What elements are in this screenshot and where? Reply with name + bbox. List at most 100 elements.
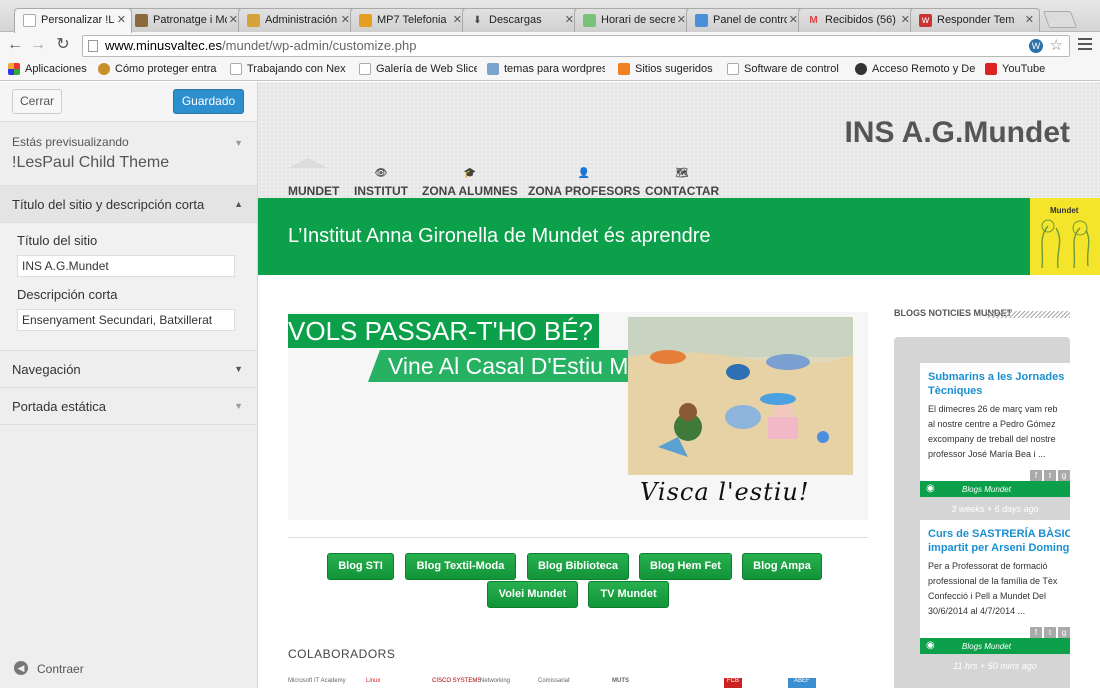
back-icon[interactable]: ←: [6, 36, 24, 54]
nav-label: MUNDET: [288, 184, 340, 198]
reload-icon[interactable]: ↻: [54, 36, 72, 54]
tab-label: Patronatge i Mo: [153, 14, 227, 26]
close-tab-icon[interactable]: ✕: [117, 13, 126, 26]
site-title[interactable]: INS A.G.Mundet: [844, 116, 1070, 150]
section-navigation[interactable]: Navegación ▼: [0, 351, 257, 388]
tab-descargas[interactable]: ⬇ Descargas ✕: [462, 8, 580, 32]
tab-mp7[interactable]: MP7 Telefonia ✕: [350, 8, 468, 32]
card-text: excompany de treball del nostre: [928, 434, 1056, 444]
blog-sti-button[interactable]: Blog STI: [327, 553, 394, 580]
share-buttons: ftg: [1028, 467, 1070, 482]
preview-label: Estás previsualizando: [12, 135, 129, 149]
card-title[interactable]: Submarins a les Jornades: [920, 363, 1070, 384]
bookmark-aplicaciones[interactable]: Aplicaciones: [8, 63, 92, 75]
section-site-title[interactable]: Título del sitio y descripción corta ▲: [0, 186, 257, 223]
tab-patronatge[interactable]: Patronatge i Mo ✕: [126, 8, 244, 32]
volei-mundet-button[interactable]: Volei Mundet: [487, 581, 578, 608]
bookmarks-bar: Aplicaciones Cómo proteger entra Trabaja…: [0, 59, 1100, 81]
sponsor-logo[interactable]: MUTS: [612, 678, 629, 688]
sponsor-logo[interactable]: Networking: [480, 678, 510, 688]
tagline-input[interactable]: Ensenyament Secundari, Batxillerat: [17, 309, 235, 331]
blog-biblioteca-button[interactable]: Blog Biblioteca: [527, 553, 629, 580]
site-icon: [583, 14, 596, 27]
blogs-news-title: BLOGS NOTICIES MUNDET: [894, 308, 1070, 318]
nav-mundet[interactable]: MUNDET: [288, 168, 339, 198]
close-tab-icon[interactable]: ✕: [901, 13, 910, 26]
tv-mundet-button[interactable]: TV Mundet: [588, 581, 669, 608]
close-button[interactable]: Cerrar: [12, 89, 62, 114]
rss-icon[interactable]: ◉: [926, 640, 938, 652]
tab-personalizar[interactable]: Personalizar !Le ✕: [14, 8, 132, 33]
close-tab-icon[interactable]: ✕: [677, 13, 686, 26]
chat-icon: [695, 14, 708, 27]
summer-banner[interactable]: VOLS PASSAR-T'HO BÉ? Vine Al Casal D'Est…: [288, 312, 868, 520]
collapse-sidebar-button[interactable]: ◀ Contraer: [14, 661, 84, 676]
close-tab-icon[interactable]: ✕: [229, 13, 238, 26]
wordpress-extension-icon[interactable]: W: [1029, 39, 1043, 53]
site-icon: [135, 14, 148, 27]
card-title[interactable]: impartit per Arseni Doming: [920, 541, 1070, 555]
tab-responder[interactable]: w Responder Tem ✕: [910, 8, 1040, 32]
card-title[interactable]: Tècniques: [920, 384, 1070, 398]
sponsor-logo[interactable]: Microsoft IT Academy: [288, 678, 346, 688]
browser-menu-icon[interactable]: [1078, 38, 1092, 52]
bookmark-galeria[interactable]: Galería de Web Slice: [359, 63, 477, 75]
card-text: 30/6/2014 al 4/7/2014 ...: [928, 606, 1026, 616]
banner-line-1: VOLS PASSAR-T'HO BÉ?: [288, 314, 600, 348]
close-tab-icon[interactable]: ✕: [789, 13, 798, 26]
bookmark-star-icon[interactable]: ☆: [1050, 36, 1063, 56]
bookmark-youtube[interactable]: YouTube: [985, 63, 1065, 75]
blog-textil-moda-button[interactable]: Blog Textil-Moda: [405, 553, 516, 580]
chevron-down-icon: ▼: [234, 401, 243, 411]
site-icon: [247, 14, 260, 27]
address-bar[interactable]: www.minusvaltec.es/mundet/wp-admin/custo…: [82, 35, 1070, 57]
sponsor-logo[interactable]: FCB: [724, 678, 742, 688]
bookmark-software[interactable]: Software de control: [727, 63, 843, 75]
bookmark-acceso[interactable]: Acceso Remoto y De: [855, 63, 975, 75]
new-tab-button[interactable]: [1042, 11, 1078, 28]
card-timestamp: 11 hrs + 50 mins ago: [953, 661, 1037, 671]
nav-institut[interactable]: 👁 INSTITUT: [354, 168, 408, 198]
nav-zona-alumnes[interactable]: 🎓 ZONA ALUMNES: [422, 168, 518, 198]
section-title: Navegación: [12, 362, 81, 377]
card-title[interactable]: Curs de SASTRERÍA BÀSIC: [920, 520, 1070, 541]
theme-preview-info[interactable]: Estás previsualizando !LesPaul Child The…: [0, 122, 257, 186]
school-logo[interactable]: Mundet: [1030, 198, 1100, 275]
site-title-input[interactable]: INS A.G.Mundet: [17, 255, 235, 277]
chevron-down-icon: ▼: [234, 364, 243, 374]
tab-panel-control[interactable]: Panel de contro ✕: [686, 8, 804, 32]
collapse-label: Contraer: [37, 662, 84, 676]
nav-zona-profesors[interactable]: 👤 ZONA PROFESORS: [528, 168, 640, 198]
sponsor-logo[interactable]: ABEF: [788, 678, 816, 688]
section-static-front[interactable]: Portada estática ▼: [0, 388, 257, 425]
bookmark-proteger[interactable]: Cómo proteger entra: [98, 63, 218, 75]
tab-administracion[interactable]: Administración ✕: [238, 8, 356, 32]
page-icon: [230, 63, 242, 75]
blog-hem-fet-button[interactable]: Blog Hem Fet: [639, 553, 732, 580]
nav-label: ZONA ALUMNES: [422, 184, 518, 198]
forward-icon[interactable]: →: [29, 36, 47, 54]
close-tab-icon[interactable]: ✕: [453, 13, 462, 26]
site-icon: [359, 14, 372, 27]
card-text: El dimecres 26 de març vam reb: [928, 404, 1058, 414]
tab-label: Panel de contro: [713, 14, 787, 26]
banner-line-2: Vine Al Casal D'Estiu Mu: [368, 350, 630, 382]
news-card[interactable]: Curs de SASTRERÍA BÀSIC impartit per Ars…: [920, 520, 1070, 654]
sponsor-logo[interactable]: Linux: [366, 678, 380, 688]
sponsor-logo[interactable]: Comissariat: [538, 678, 570, 688]
tab-horari[interactable]: Horari de secre ✕: [574, 8, 692, 32]
save-button[interactable]: Guardado: [173, 89, 244, 114]
tab-gmail[interactable]: M Recibidos (56) ✕: [798, 8, 916, 32]
close-tab-icon[interactable]: ✕: [1025, 13, 1034, 26]
rss-icon[interactable]: ◉: [926, 483, 938, 495]
bookmark-temas[interactable]: temas para wordpres: [487, 63, 605, 75]
bookmark-sitios[interactable]: Sitios sugeridos: [618, 63, 718, 75]
close-tab-icon[interactable]: ✕: [341, 13, 350, 26]
news-card[interactable]: Submarins a les Jornades Tècniques El di…: [920, 363, 1070, 497]
close-tab-icon[interactable]: ✕: [565, 13, 574, 26]
blog-ampa-button[interactable]: Blog Ampa: [742, 553, 822, 580]
eye-icon: 👁: [374, 168, 388, 179]
sponsor-logo[interactable]: CISCO SYSTEMS: [432, 678, 481, 688]
nav-contactar[interactable]: 🗺 CONTACTAR: [645, 168, 719, 198]
bookmark-trabajando[interactable]: Trabajando con Nex: [230, 63, 348, 75]
